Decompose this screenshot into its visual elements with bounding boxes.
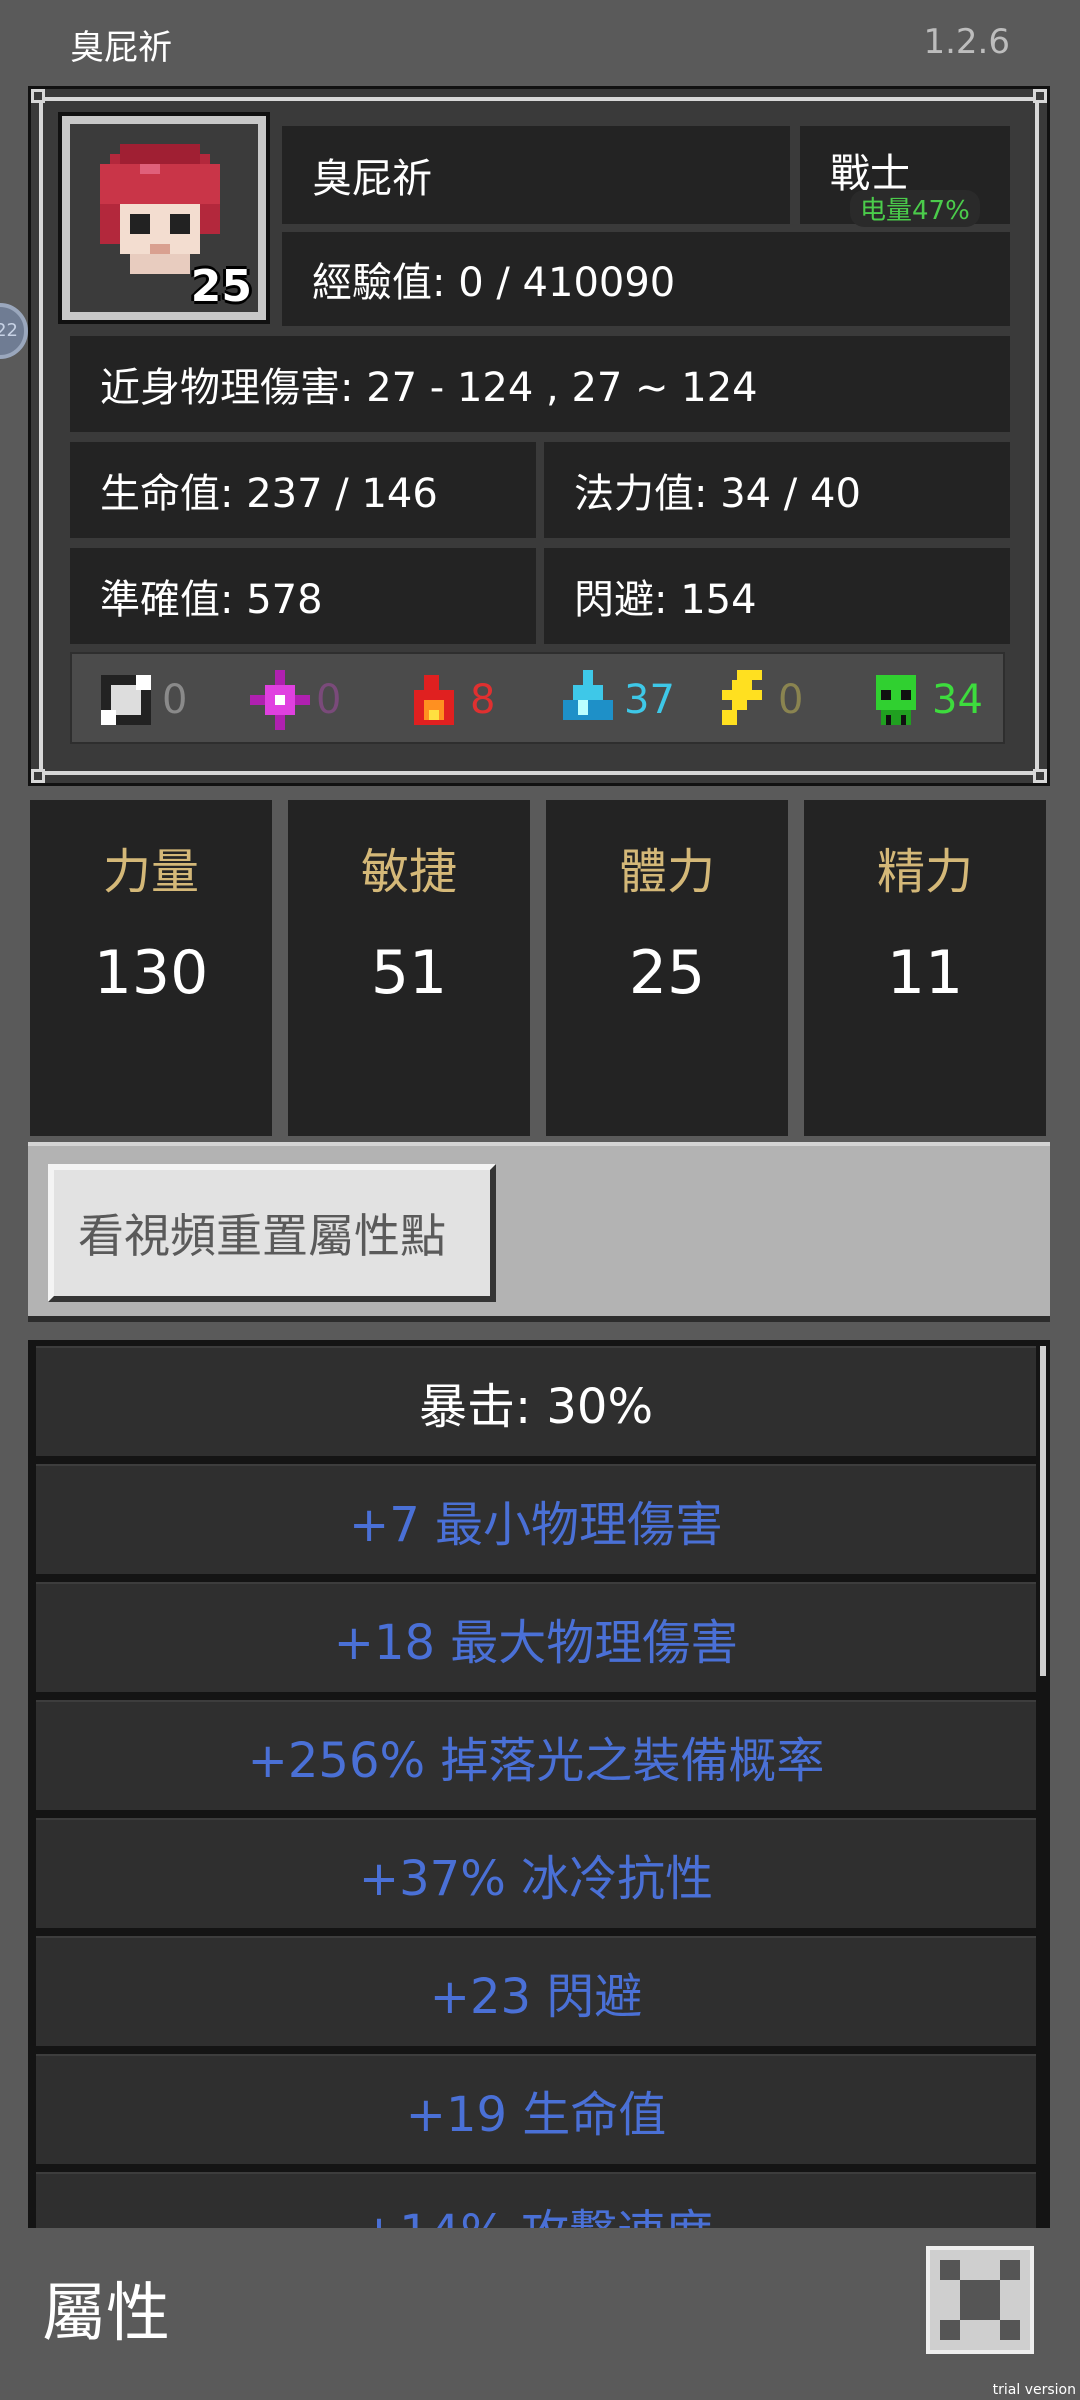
stat-energy[interactable]: 精力 11 (804, 800, 1046, 1136)
stat-label: 力量 (102, 844, 199, 900)
character-portrait[interactable]: 25 (58, 112, 270, 324)
close-icon (940, 2260, 1020, 2340)
level-badge: 25 (190, 261, 252, 312)
list-item: +256% 掉落光之裝備概率 (36, 1700, 1036, 1810)
resistance-fire: 8 (404, 668, 495, 732)
resistance-poison-value: 34 (932, 677, 983, 723)
stat-value: 11 (886, 938, 964, 1008)
resistance-physical-value: 0 (162, 677, 188, 723)
stat-label: 精力 (876, 844, 973, 900)
list-item: +18 最大物理傷害 (36, 1582, 1036, 1692)
trial-watermark: trial version (992, 2382, 1076, 2398)
stat-agility[interactable]: 敏捷 51 (288, 800, 530, 1136)
poison-icon (876, 675, 916, 725)
floating-bubble-button[interactable]: 22 (0, 303, 28, 359)
mp-value: 法力值: 34 / 40 (574, 471, 861, 517)
stat-strength[interactable]: 力量 130 (30, 800, 272, 1136)
stat-vitality[interactable]: 體力 25 (546, 800, 788, 1136)
reset-attributes-button[interactable]: 看視頻重置屬性點 (48, 1164, 496, 1302)
resistance-fire-value: 8 (470, 677, 496, 723)
stat-value: 130 (93, 938, 209, 1008)
resistance-magic: 0 (250, 668, 341, 732)
resistance-lightning: 0 (712, 668, 803, 732)
character-name: 臭屁祈 (312, 156, 432, 202)
resistance-magic-value: 0 (316, 677, 342, 723)
class-cell: 戰士 电量47% (800, 126, 1010, 227)
physical-icon (101, 675, 151, 725)
battery-indicator: 电量47% (850, 190, 980, 227)
magic-icon (250, 670, 310, 730)
lightning-icon (722, 670, 762, 725)
stat-value: 51 (370, 938, 448, 1008)
hp-value: 生命值: 237 / 146 (100, 471, 438, 517)
list-item: +19 生命值 (36, 2054, 1036, 2164)
character-name-header: 臭屁祈 (70, 28, 172, 68)
resistance-ice: 37 (558, 668, 675, 732)
close-button[interactable] (926, 2246, 1034, 2354)
accuracy-cell: 準確值: 578 (70, 548, 536, 644)
dodge-cell: 閃避: 154 (544, 548, 1010, 644)
resistance-ice-value: 37 (624, 677, 675, 723)
name-cell: 臭屁祈 (282, 126, 790, 224)
resistance-poison: 34 (866, 668, 983, 732)
accuracy-value: 準確值: 578 (100, 577, 323, 623)
bubble-label: 22 (0, 320, 18, 341)
resistance-lightning-value: 0 (778, 677, 804, 723)
resistance-bar: 0 0 8 37 0 34 (70, 652, 1005, 744)
mp-cell: 法力值: 34 / 40 (544, 442, 1010, 538)
stat-label: 敏捷 (360, 844, 457, 900)
avatar: 25 (70, 124, 258, 312)
frame-corner (31, 89, 45, 103)
hp-cell: 生命值: 237 / 146 (70, 442, 536, 538)
fire-icon (414, 675, 454, 725)
list-scrollbar[interactable] (1040, 1346, 1046, 1676)
dodge-value: 閃避: 154 (574, 577, 757, 623)
frame-corner (31, 769, 45, 783)
list-item: +37% 冰冷抗性 (36, 1818, 1036, 1928)
list-item: +23 閃避 (36, 1936, 1036, 2046)
damage-value: 近身物理傷害: 27 - 124 , 27 ~ 124 (100, 365, 758, 411)
exp-cell: 經驗值: 0 / 410090 (282, 232, 1010, 326)
bonus-list[interactable]: 暴击: 30% +7 最小物理傷害 +18 最大物理傷害 +256% 掉落光之裝… (28, 1340, 1050, 2228)
damage-cell: 近身物理傷害: 27 - 124 , 27 ~ 124 (70, 336, 1010, 432)
reset-attributes-label: 看視頻重置屬性點 (78, 1209, 446, 1263)
version-label: 1.2.6 (923, 22, 1010, 62)
list-item: +14% 攻擊速度 (36, 2172, 1036, 2228)
list-item: +7 最小物理傷害 (36, 1464, 1036, 1574)
frame-corner (1033, 769, 1047, 783)
resistance-physical: 0 (96, 668, 187, 732)
page-title: 屬性 (42, 2277, 170, 2351)
stat-label: 體力 (618, 844, 715, 900)
ice-icon (563, 670, 613, 720)
exp-value: 經驗值: 0 / 410090 (312, 260, 676, 306)
list-item: 暴击: 30% (36, 1346, 1036, 1456)
stat-value: 25 (628, 938, 706, 1008)
frame-corner (1033, 89, 1047, 103)
